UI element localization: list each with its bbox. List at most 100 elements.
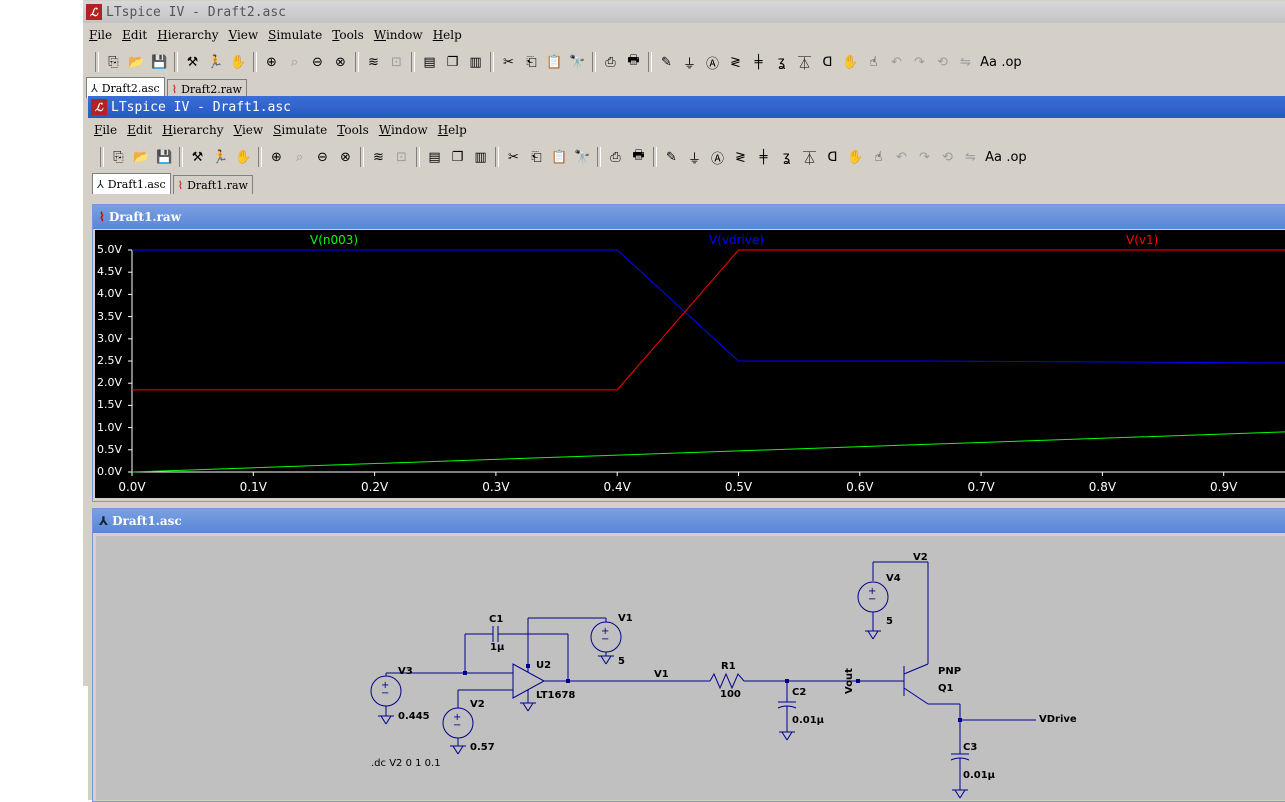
label-net-icon[interactable]: Ⓐ	[701, 51, 724, 73]
copy-icon[interactable]: ⎗	[525, 146, 548, 168]
text-icon[interactable]: Aa	[977, 51, 1000, 73]
new-schematic-icon[interactable]: ⎘	[102, 51, 125, 73]
label-v2[interactable]: V2	[470, 699, 485, 710]
label-vout[interactable]: Vout	[844, 668, 855, 694]
label-v1[interactable]: V1	[618, 613, 633, 624]
label-c3[interactable]: C3	[963, 742, 977, 753]
cut-icon[interactable]: ✂	[502, 146, 525, 168]
run-icon[interactable]: 🏃	[204, 51, 227, 73]
copy-icon[interactable]: ⎗	[520, 51, 543, 73]
diode-icon[interactable]: ⏄	[793, 51, 816, 73]
new-schematic-icon[interactable]: ⎘	[107, 146, 130, 168]
waveform-title-bar[interactable]: ⌇ Draft1.raw	[93, 205, 1285, 229]
tab-draft1-asc[interactable]: ⅄ Draft1.asc	[92, 173, 171, 194]
waveform-plot-area[interactable]: V(n003) V(vdrive) V(v1) 0.0V 0.5V 1.0V 1.5V…	[95, 230, 1285, 498]
label-v1-value[interactable]: 5	[618, 656, 625, 667]
paste-icon[interactable]: 📋	[543, 51, 566, 73]
zoom-pan-icon[interactable]: ⌕	[283, 51, 306, 73]
label-v2-value[interactable]: 0.57	[470, 742, 495, 753]
menu-hierarchy[interactable]: Hierarchy	[158, 123, 229, 137]
undo-icon[interactable]: ↶	[890, 146, 913, 168]
label-c2[interactable]: C2	[792, 687, 806, 698]
move-icon[interactable]: ✋	[844, 146, 867, 168]
find-icon[interactable]: 🔭	[566, 51, 589, 73]
label-c1[interactable]: C1	[489, 614, 503, 625]
label-v4-value[interactable]: 5	[886, 616, 893, 627]
control-panel-icon[interactable]: ⚒	[181, 51, 204, 73]
label-r1[interactable]: R1	[721, 661, 736, 672]
move-icon[interactable]: ✋	[839, 51, 862, 73]
label-v3-value[interactable]: 0.445	[398, 711, 430, 722]
zoom-fit-icon[interactable]: ⊗	[334, 146, 357, 168]
label-v4[interactable]: V4	[886, 573, 901, 584]
menu-simulate[interactable]: Simulate	[264, 28, 328, 42]
label-u2[interactable]: U2	[536, 660, 551, 671]
drag-icon[interactable]: ☝	[862, 51, 885, 73]
cascade-icon[interactable]: ❐	[441, 51, 464, 73]
autorange-icon[interactable]: ≋	[367, 146, 390, 168]
menu-help[interactable]: Help	[434, 123, 473, 137]
halt-icon[interactable]: ✋	[227, 51, 250, 73]
redo-icon[interactable]: ↷	[908, 51, 931, 73]
drag-icon[interactable]: ☝	[867, 146, 890, 168]
mirror-icon[interactable]: ⇋	[959, 146, 982, 168]
menu-tools[interactable]: Tools	[328, 28, 370, 42]
label-v2-net[interactable]: V2	[913, 552, 928, 563]
outer-title-bar[interactable]: ℒ LTspice IV - Draft2.asc	[83, 1, 1285, 23]
tab-draft1-raw[interactable]: ⌇ Draft1.raw	[172, 175, 253, 194]
menu-tools[interactable]: Tools	[333, 123, 375, 137]
menu-view[interactable]: View	[224, 28, 264, 42]
paste-icon[interactable]: 📋	[548, 146, 571, 168]
print-icon[interactable]: 🖶	[627, 146, 650, 168]
capacitor-icon[interactable]: ╪	[752, 146, 775, 168]
menu-view[interactable]: View	[229, 123, 269, 137]
print-setup-icon[interactable]: ⎙	[604, 146, 627, 168]
ground-icon[interactable]: ⏚	[683, 146, 706, 168]
control-panel-icon[interactable]: ⚒	[186, 146, 209, 168]
spice-directive[interactable]: .dc V2 0 1 0.1	[371, 758, 441, 769]
waveform-chart[interactable]	[95, 230, 1285, 498]
ground-icon[interactable]: ⏚	[678, 51, 701, 73]
tile-horizontal-icon[interactable]: ▤	[418, 51, 441, 73]
run-icon[interactable]: 🏃	[209, 146, 232, 168]
menu-help[interactable]: Help	[429, 28, 468, 42]
label-u2-part[interactable]: LT1678	[536, 690, 575, 701]
label-v1-net[interactable]: V1	[654, 669, 669, 680]
save-icon[interactable]: 💾	[148, 51, 171, 73]
menu-window[interactable]: Window	[375, 123, 434, 137]
spice-directive-icon[interactable]: .op	[1005, 146, 1028, 168]
label-net-icon[interactable]: Ⓐ	[706, 146, 729, 168]
resistor-icon[interactable]: ≷	[729, 146, 752, 168]
schematic-title-bar[interactable]: ⅄ Draft1.asc	[93, 509, 1285, 533]
label-vdrive[interactable]: VDrive	[1039, 714, 1077, 725]
cascade-icon[interactable]: ❐	[446, 146, 469, 168]
cut-icon[interactable]: ✂	[497, 51, 520, 73]
tile-vertical-icon[interactable]: ▥	[469, 146, 492, 168]
menu-hierarchy[interactable]: Hierarchy	[153, 28, 224, 42]
schematic-canvas[interactable]: − + − + − + − + V2 V4 5 C1 1µ V1 5 U2 LT1678…	[96, 536, 1285, 800]
autorange-icon[interactable]: ≋	[362, 51, 385, 73]
label-q1[interactable]: Q1	[938, 683, 953, 694]
inductor-icon[interactable]: ʓ	[775, 146, 798, 168]
zoom-in-icon[interactable]: ⊕	[260, 51, 283, 73]
tab-draft2-asc[interactable]: ⅄ Draft2.asc	[86, 77, 165, 98]
zoom-pan-icon[interactable]: ⌕	[288, 146, 311, 168]
open-icon[interactable]: 📂	[130, 146, 153, 168]
zoom-in-icon[interactable]: ⊕	[265, 146, 288, 168]
zoom-out-icon[interactable]: ⊖	[311, 146, 334, 168]
draw-wire-icon[interactable]: ✎	[655, 51, 678, 73]
mirror-icon[interactable]: ⇋	[954, 51, 977, 73]
rotate-icon[interactable]: ⟲	[931, 51, 954, 73]
open-icon[interactable]: 📂	[125, 51, 148, 73]
print-setup-icon[interactable]: ⎙	[599, 51, 622, 73]
label-v3[interactable]: V3	[398, 666, 413, 677]
label-c3-value[interactable]: 0.01µ	[963, 770, 995, 781]
rotate-icon[interactable]: ⟲	[936, 146, 959, 168]
inductor-icon[interactable]: ʓ	[770, 51, 793, 73]
cross-icon[interactable]: ⊡	[390, 146, 413, 168]
label-c2-value[interactable]: 0.01µ	[792, 715, 824, 726]
zoom-fit-icon[interactable]: ⊗	[329, 51, 352, 73]
tile-vertical-icon[interactable]: ▥	[464, 51, 487, 73]
cross-icon[interactable]: ⊡	[385, 51, 408, 73]
inner-title-bar[interactable]: ℒ LTspice IV - Draft1.asc	[88, 96, 1285, 118]
